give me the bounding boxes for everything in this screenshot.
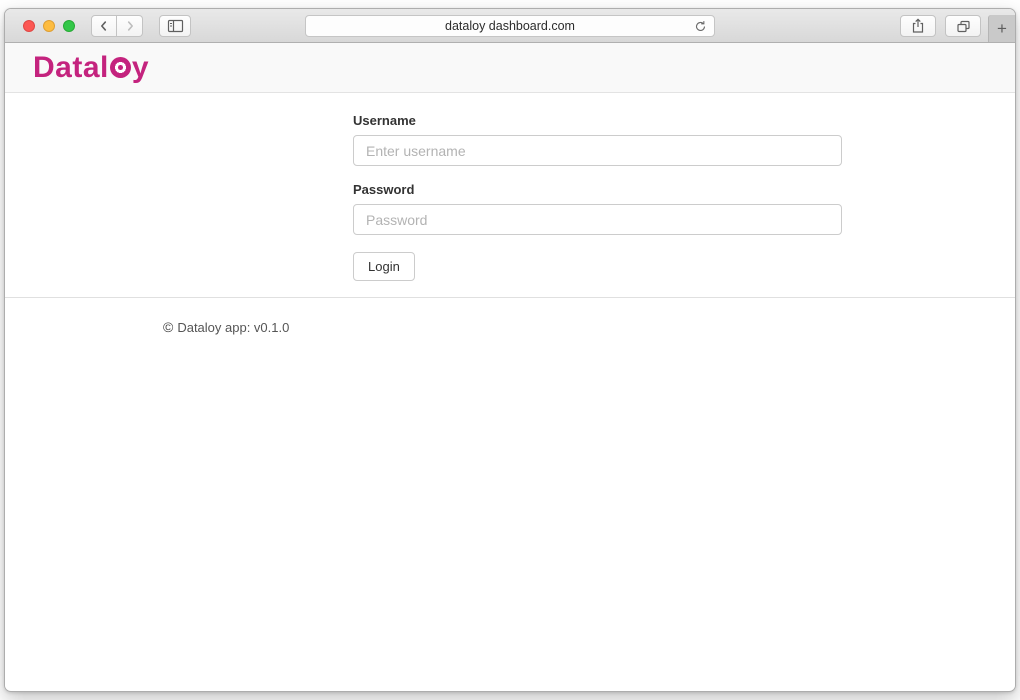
sidebar-icon xyxy=(167,19,184,33)
chevron-left-icon xyxy=(97,19,111,33)
url-field[interactable]: dataloy dashboard.com xyxy=(305,15,715,37)
reload-icon xyxy=(694,20,707,33)
back-button[interactable] xyxy=(91,15,117,37)
footer-text: Dataloy app: v0.1.0 xyxy=(177,320,289,335)
logo-bullseye-icon xyxy=(110,57,131,78)
login-form: Username Password Login xyxy=(353,113,842,281)
minimize-button[interactable] xyxy=(43,20,55,32)
reload-button[interactable] xyxy=(691,18,709,34)
tabs-icon xyxy=(956,19,971,33)
tab-overview-button[interactable] xyxy=(945,15,981,37)
plus-icon: + xyxy=(997,19,1007,39)
close-button[interactable] xyxy=(23,20,35,32)
url-text: dataloy dashboard.com xyxy=(445,19,575,33)
page-content: Dataly Username Password Login © Dataloy… xyxy=(5,43,1015,690)
zoom-button[interactable] xyxy=(63,20,75,32)
browser-toolbar: dataloy dashboard.com xyxy=(5,9,1015,43)
share-icon xyxy=(911,18,925,34)
password-label: Password xyxy=(353,182,842,197)
username-label: Username xyxy=(353,113,842,128)
new-tab-button[interactable]: + xyxy=(988,15,1015,42)
username-field[interactable] xyxy=(353,135,842,166)
forward-button[interactable] xyxy=(117,15,143,37)
page-footer: © Dataloy app: v0.1.0 xyxy=(5,298,1015,335)
nav-buttons xyxy=(91,15,143,37)
share-button[interactable] xyxy=(900,15,936,37)
login-button[interactable]: Login xyxy=(353,252,415,281)
toolbar-right-buttons xyxy=(900,15,981,37)
password-field[interactable] xyxy=(353,204,842,235)
site-header: Dataly xyxy=(5,43,1015,93)
traffic-lights xyxy=(23,20,75,32)
copyright-icon: © xyxy=(163,319,173,335)
chevron-right-icon xyxy=(123,19,137,33)
dataloy-logo: Dataly xyxy=(33,51,149,85)
browser-window: dataloy dashboard.com xyxy=(4,8,1016,692)
sidebar-toggle-button[interactable] xyxy=(159,15,191,37)
